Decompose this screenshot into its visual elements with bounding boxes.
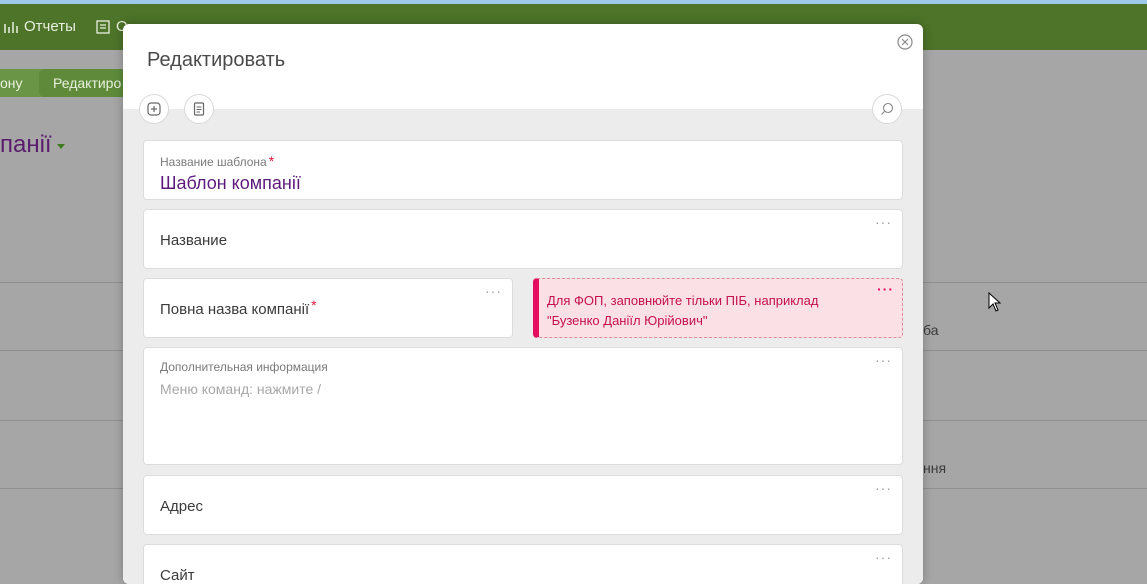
list-icon	[96, 19, 110, 34]
row-divider	[0, 488, 123, 489]
row-divider	[923, 488, 1147, 489]
full-company-name-label: Повна назва компанії	[160, 301, 310, 318]
document-button[interactable]	[184, 94, 214, 124]
bg-cell-text: ння	[923, 460, 947, 476]
site-field[interactable]: Сайт ···	[143, 544, 903, 584]
row-divider	[923, 282, 1147, 283]
chart-icon	[4, 21, 18, 33]
address-label: Адрес	[160, 498, 203, 515]
edit-modal: Редактировать Название шаблона * Шаблон к…	[123, 24, 923, 584]
template-name-label-wrap: Название шаблона *	[160, 153, 274, 169]
bg-cell-text: ба	[923, 322, 939, 338]
close-icon[interactable]	[897, 34, 913, 50]
search-icon	[881, 102, 894, 115]
caret-down-icon[interactable]	[57, 144, 65, 149]
row-divider	[0, 420, 123, 421]
additional-info-field[interactable]: Дополнительная информация Меню команд: н…	[143, 347, 903, 465]
address-field[interactable]: Адрес ···	[143, 475, 903, 535]
template-name-value[interactable]: Шаблон компанії	[160, 173, 301, 194]
add-block-button[interactable]	[139, 94, 169, 124]
row-divider	[0, 350, 123, 351]
required-mark: *	[311, 297, 317, 313]
more-options-icon[interactable]: ···	[485, 283, 502, 299]
row-divider	[923, 350, 1147, 351]
full-company-name-field[interactable]: Повна назва компанії * ···	[143, 278, 513, 338]
bg-edit-button[interactable]: Редактиро	[39, 69, 136, 97]
nav-reports-label: Отчеты	[24, 18, 76, 35]
template-name-label: Название шаблона	[160, 155, 267, 169]
name-label: Название	[160, 232, 228, 249]
name-field[interactable]: Название ···	[143, 209, 903, 269]
required-mark: *	[268, 153, 275, 169]
bg-edit-button-label: Редактиро	[53, 75, 122, 91]
more-options-icon[interactable]: ···	[875, 214, 892, 230]
mouse-cursor-icon	[988, 292, 1002, 312]
modal-body: Название шаблона * Шаблон компанії Назван…	[123, 109, 923, 584]
more-options-icon[interactable]: ···	[875, 549, 892, 565]
additional-info-placeholder[interactable]: Меню команд: нажмите /	[160, 381, 321, 397]
fop-notice-text: Для ФОП, заповнюйте тільки ПІБ, наприкла…	[547, 293, 819, 328]
row-divider	[0, 282, 123, 283]
site-label: Сайт	[160, 567, 195, 584]
additional-info-label: Дополнительная информация	[160, 360, 328, 374]
bg-page-title: панії	[0, 131, 52, 158]
plus-square-icon	[147, 102, 161, 116]
modal-title: Редактировать	[147, 49, 286, 71]
nav-reports[interactable]: Отчеты	[4, 18, 76, 35]
more-options-icon[interactable]: ···	[877, 281, 894, 297]
full-company-name-label-wrap: Повна назва компанії *	[160, 297, 317, 318]
fop-notice: Для ФОП, заповнюйте тільки ПІБ, наприкла…	[533, 278, 903, 338]
row-divider	[923, 420, 1147, 421]
template-name-field[interactable]: Название шаблона * Шаблон компанії	[143, 140, 903, 200]
search-button[interactable]	[872, 94, 902, 124]
more-options-icon[interactable]: ···	[875, 352, 892, 368]
document-icon	[193, 102, 205, 116]
more-options-icon[interactable]: ···	[875, 480, 892, 496]
bg-button-left-label: ону	[0, 75, 23, 91]
